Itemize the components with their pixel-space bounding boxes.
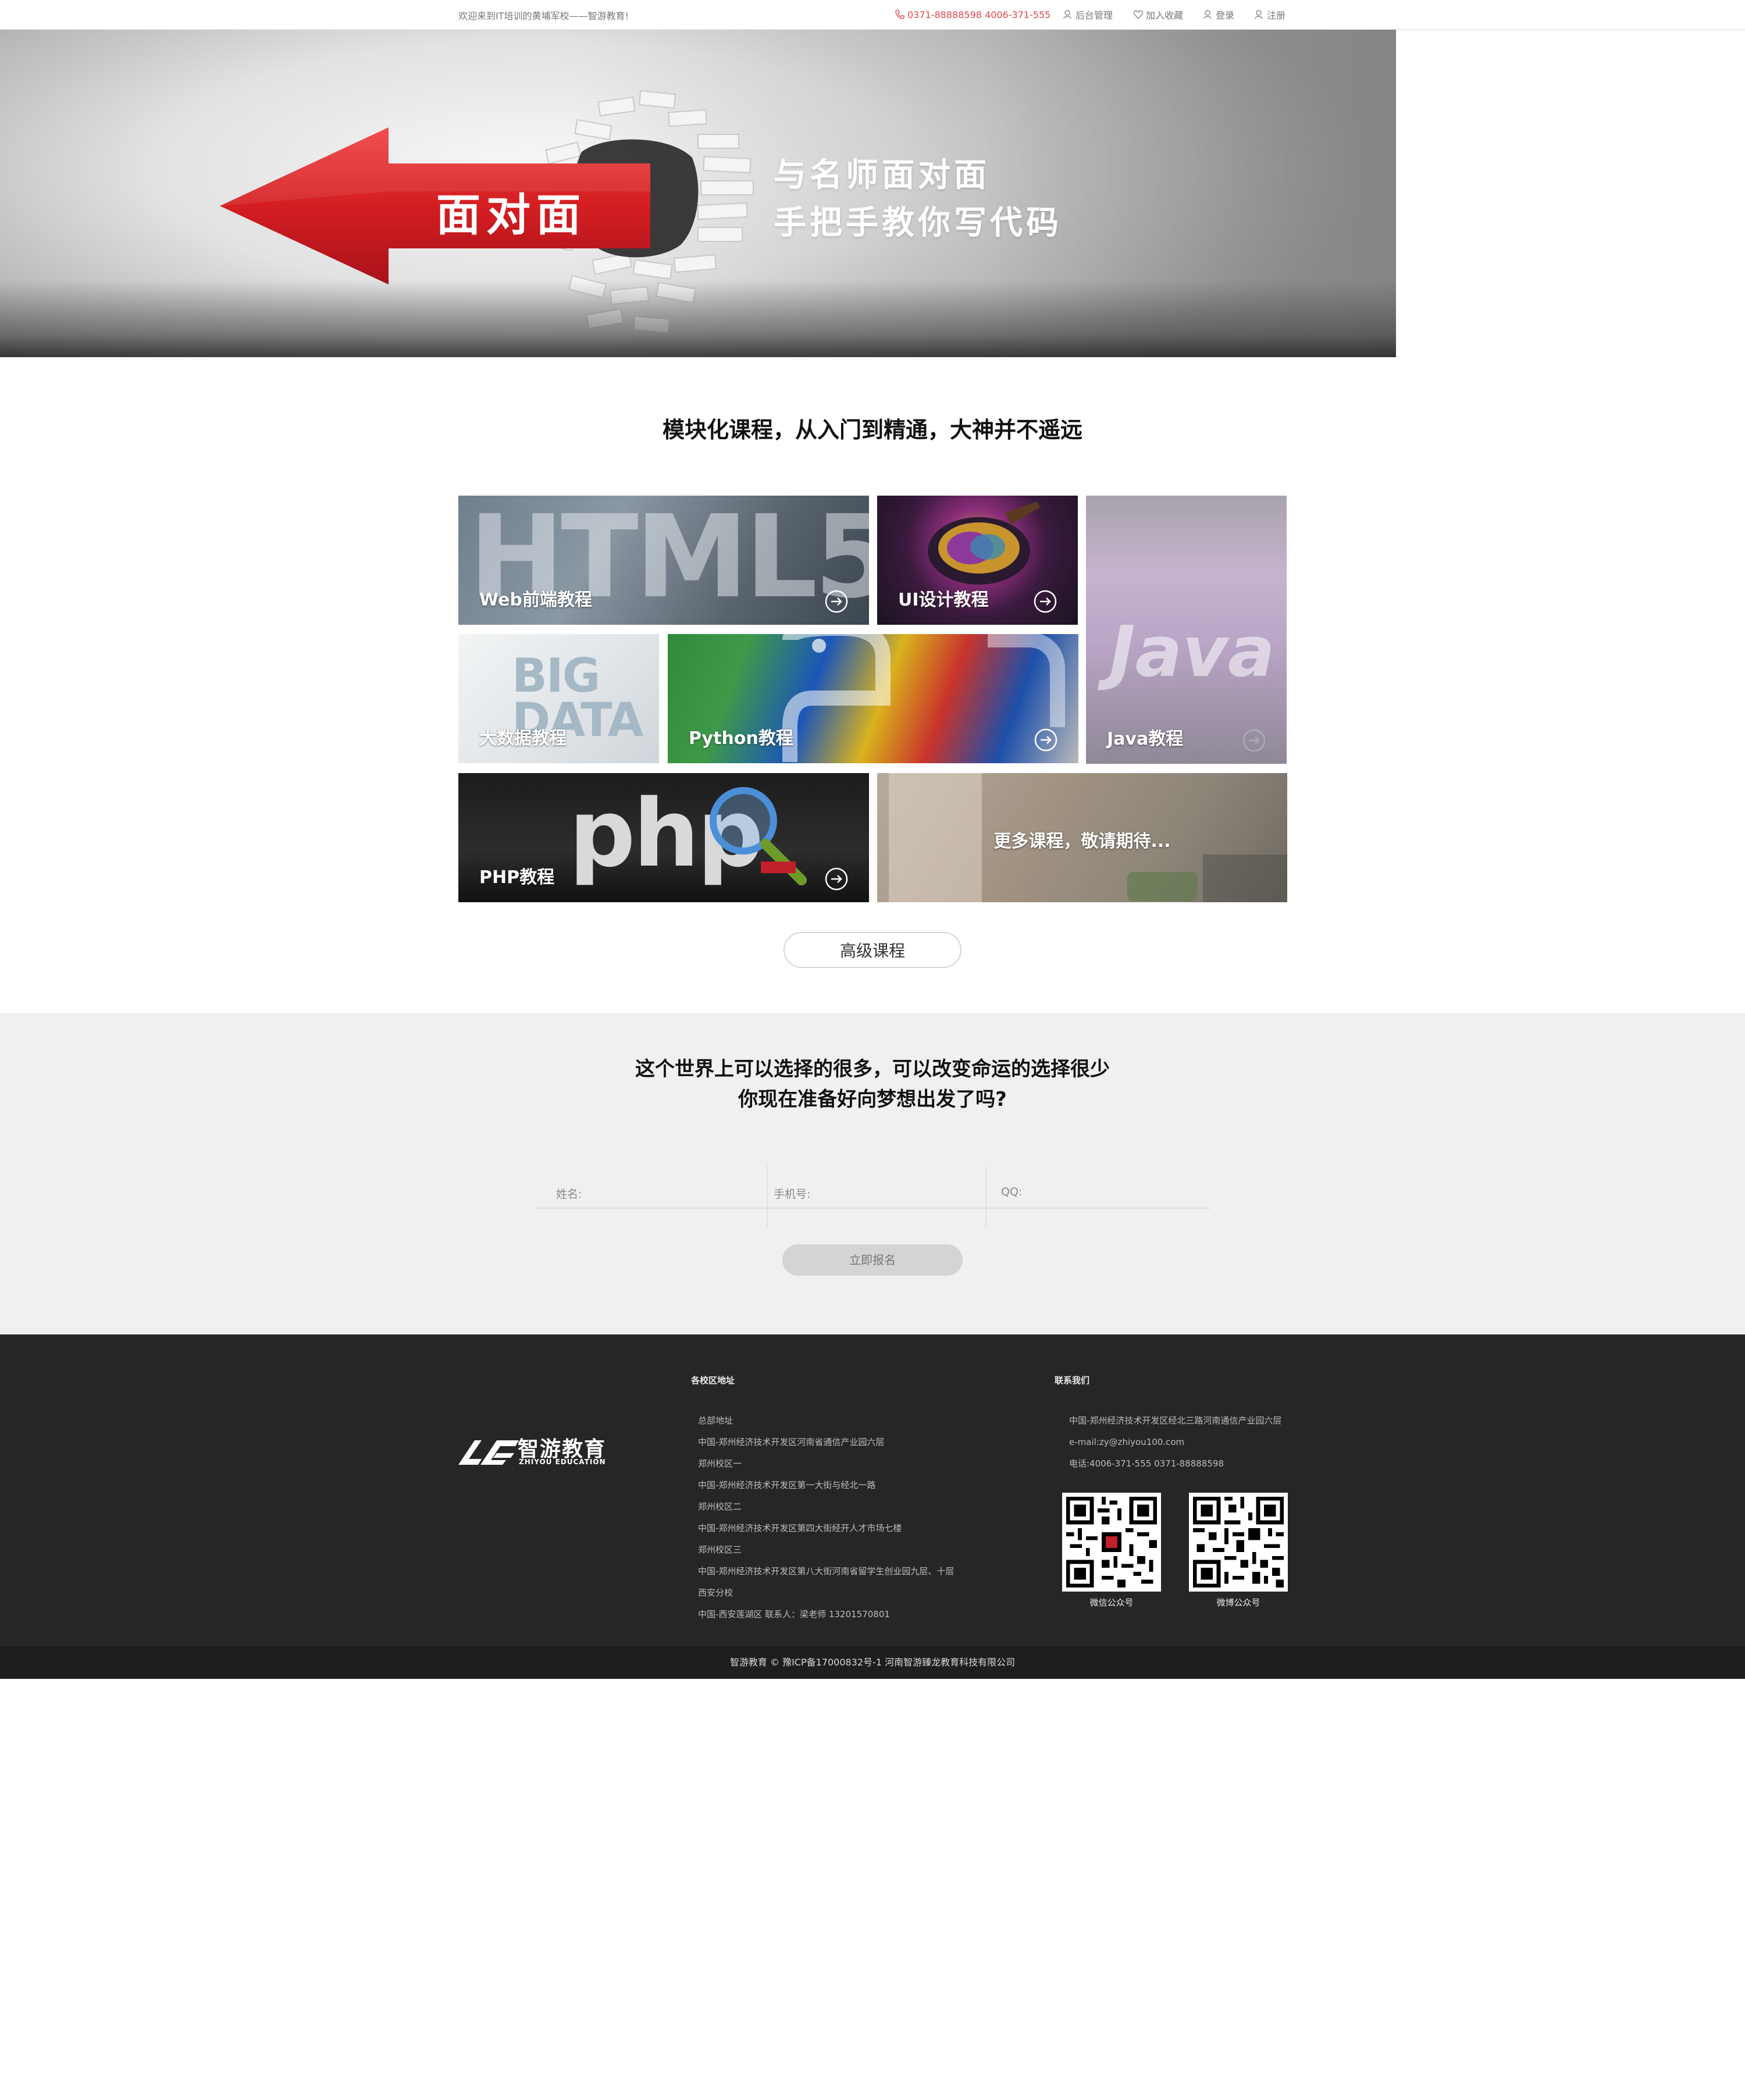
arrow-right-circle-icon[interactable] [825, 867, 848, 891]
courses-heading: 模块化课程，从入门到精通，大神并不遥远 [662, 417, 1082, 443]
field-underline [535, 1208, 768, 1209]
user-icon [1203, 9, 1213, 20]
course-tile-label: Python教程 [689, 728, 793, 749]
color-wheel-graphic [928, 501, 1040, 585]
course-tile-python[interactable]: Python教程 [668, 634, 1078, 763]
admin-link-label: 后台管理 [1076, 10, 1113, 21]
name-field-label: 姓名: [556, 1188, 582, 1201]
list-item: 中国-郑州经济技术开发区第一大街与经北一路 [698, 1480, 876, 1490]
course-tile-more[interactable]: 更多课程，敬请期待... [877, 773, 1287, 902]
weibo-qr-code [1189, 1493, 1288, 1592]
contact-list: 中国-郑州经济技术开发区经北三路河南通信产业园六层 e-mail:zy@zhiy… [1069, 1410, 1281, 1475]
register-link[interactable]: 注册 [1254, 8, 1285, 22]
course-tile-label: Java教程 [1107, 729, 1184, 749]
course-tile-label: UI设计教程 [898, 590, 989, 610]
banner-slogan-line2: 手把手教你写代码 [774, 204, 1062, 242]
copyright-bar: 智游教育 © 豫ICP备17000832号-1 河南智游臻龙教育科技有限公司 [0, 1646, 1745, 1679]
list-item: 总部地址 [698, 1415, 733, 1426]
course-tile-bigdata[interactable]: BIG DATA 大数据教程 [458, 634, 659, 763]
course-tile-label: PHP教程 [479, 867, 555, 888]
enroll-submit-button[interactable]: 立即报名 [782, 1244, 963, 1276]
arrow-right-circle-icon[interactable] [825, 590, 848, 613]
list-item: 中国-郑州经济技术开发区第四大街经开人才市场七楼 [698, 1523, 902, 1533]
contact-email[interactable]: e-mail:zy@zhiyou100.com [1069, 1432, 1281, 1453]
campus-address-list: 总部地址 中国-郑州经济技术开发区河南省通信产业园六层 郑州校区一 中国-郑州经… [698, 1410, 954, 1625]
register-link-label: 注册 [1267, 10, 1286, 21]
admin-link[interactable]: 后台管理 [1063, 8, 1113, 22]
course-tile-ui[interactable]: UI设计教程 [877, 496, 1078, 625]
course-tile-label: 大数据教程 [479, 728, 567, 749]
footer-logo: 智游教育 ZHIYOU EDUCATION [458, 1432, 606, 1467]
field-underline [768, 1208, 986, 1209]
favorite-link-label: 加入收藏 [1146, 10, 1184, 21]
field-underline [986, 1208, 1210, 1209]
arrow-right-circle-icon[interactable] [1242, 729, 1266, 752]
user-icon [1063, 9, 1073, 20]
hotline: 0371-88888598 4006-371-555 [895, 8, 1050, 22]
course-tile-label: 更多课程，敬请期待... [993, 831, 1171, 852]
magnifier-icon [710, 787, 807, 885]
welcome-text: 欢迎来到IT培训的黄埔军校——智游教育! [458, 10, 629, 22]
qq-input[interactable] [1050, 1179, 1187, 1203]
qq-field-label: QQ: [1001, 1186, 1023, 1198]
wechat-qr-caption: 微信公众号 [1089, 1597, 1134, 1608]
banner-floor-shadow [0, 280, 1396, 357]
logo-text-en: ZHIYOU EDUCATION [519, 1458, 606, 1466]
course-tile-java[interactable]: Java Java教程 [1086, 496, 1287, 764]
list-item: 中国-郑州经济技术开发区河南省通信产业园六层 [698, 1437, 885, 1447]
course-tile-php[interactable]: php PHP教程 [458, 773, 869, 902]
logo-mark-icon [458, 1440, 519, 1465]
list-item: 郑州校区二 [698, 1501, 742, 1512]
phone-icon [895, 9, 905, 20]
course-tile-web[interactable]: HTML5 Web前端教程 [458, 496, 869, 625]
favorite-link[interactable]: 加入收藏 [1133, 8, 1183, 22]
login-link[interactable]: 登录 [1203, 8, 1234, 22]
wechat-qr-code [1062, 1493, 1161, 1592]
top-bar [0, 0, 1745, 30]
banner-arrow-text: 面对面 [436, 189, 586, 241]
heart-icon [1133, 9, 1144, 20]
list-item: 郑州校区一 [698, 1458, 742, 1469]
name-field[interactable]: 姓名: [535, 1168, 768, 1209]
name-input[interactable] [599, 1179, 741, 1203]
login-link-label: 登录 [1216, 10, 1235, 21]
java-image-text: Java [1109, 612, 1275, 693]
list-item: 中国-郑州经济技术开发区第八大街河南省留学生创业园九层、十层 [698, 1566, 955, 1576]
contact-address: 中国-郑州经济技术开发区经北三路河南通信产业园六层 [1069, 1415, 1282, 1426]
course-tile-label: Web前端教程 [479, 590, 592, 610]
qq-field[interactable]: QQ: [986, 1168, 1210, 1209]
list-item: 中国-西安莲湖区 联系人：梁老师 13201570801 [698, 1609, 890, 1620]
list-item: 郑州校区三 [698, 1544, 742, 1555]
arrow-right-circle-icon[interactable] [1034, 590, 1057, 613]
enroll-heading-line1: 这个世界上可以选择的很多，可以改变命运的选择很少 [635, 1058, 1110, 1081]
weibo-qr-caption: 微博公众号 [1216, 1597, 1260, 1608]
phone-field[interactable]: 手机号: [768, 1168, 986, 1209]
hotline-number: 0371-88888598 4006-371-555 [907, 9, 1051, 20]
banner-slogan-line1: 与名师面对面 [774, 156, 990, 194]
phone-input[interactable] [832, 1179, 965, 1203]
python-logo-outline [782, 634, 1065, 762]
enroll-heading-line2: 你现在准备好向梦想出发了吗? [738, 1088, 1007, 1111]
contact-heading: 联系我们 [1055, 1375, 1090, 1386]
list-item: 西安分校 [698, 1588, 733, 1598]
advanced-courses-button[interactable]: 高级课程 [784, 932, 961, 968]
contact-phone: 电话:4006-371-555 0371-88888598 [1069, 1458, 1224, 1469]
arrow-right-circle-icon[interactable] [1034, 728, 1057, 752]
campus-heading: 各校区地址 [691, 1375, 735, 1386]
phone-field-label: 手机号: [774, 1188, 811, 1201]
user-icon [1254, 9, 1265, 20]
hero-banner [0, 30, 1396, 357]
